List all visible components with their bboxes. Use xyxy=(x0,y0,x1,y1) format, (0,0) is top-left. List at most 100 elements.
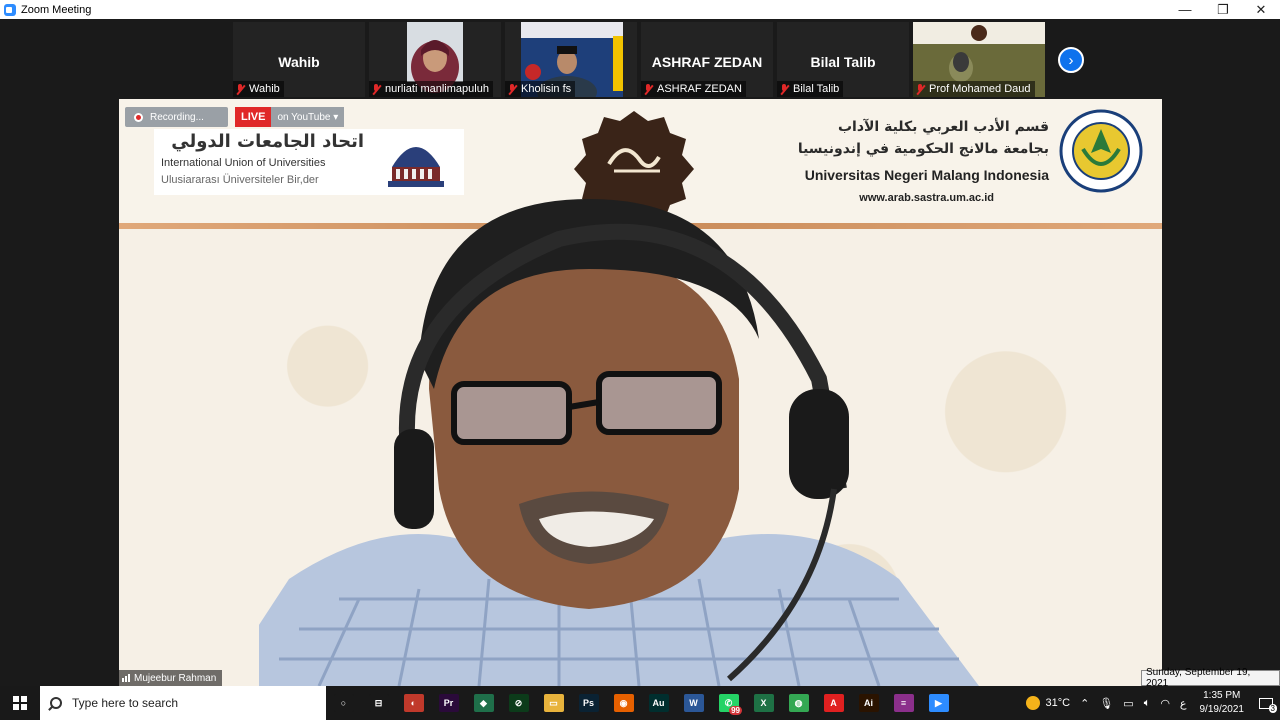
taskbar-app-task-view[interactable]: ⊟ xyxy=(361,686,396,720)
taskbar-app-photoshop[interactable]: Ps xyxy=(571,686,606,720)
taskbar-app-excel[interactable]: X xyxy=(746,686,781,720)
participant-name-bar: nurliati manlimapuluh xyxy=(369,81,493,97)
unread-badge: 99 xyxy=(729,706,742,715)
weather-widget[interactable]: 31°C xyxy=(1025,696,1071,710)
mic-muted-icon xyxy=(643,83,653,95)
taskbar-app-app-camtasia[interactable]: ⊘ xyxy=(501,686,536,720)
speaker-person xyxy=(259,199,979,686)
search-placeholder: Type here to search xyxy=(72,696,179,710)
photoshop-icon: Ps xyxy=(578,694,599,712)
taskbar-app-file-explorer[interactable]: ▭ xyxy=(536,686,571,720)
mic-muted-icon xyxy=(235,83,245,95)
battery-icon[interactable]: ▭ xyxy=(1123,697,1133,710)
taskbar-apps: ○ ⊟ ◐ Pr ◆ ⊘ ▭ Ps ◉ Au W ✆ 99 X ◍ A Ai ≡ ▶ xyxy=(326,686,956,720)
premiere-icon: Pr xyxy=(438,694,459,712)
participant-tile[interactable]: Bilal Talib Bilal Talib xyxy=(777,22,909,97)
close-button[interactable]: ✕ xyxy=(1242,0,1280,19)
weather-temp: 31°C xyxy=(1045,697,1071,709)
participant-name-bar: Prof Mohamed Daud xyxy=(913,81,1035,97)
mic-muted-icon xyxy=(507,83,517,95)
zoom-app-icon xyxy=(4,3,16,16)
participant-name-bar: Wahib xyxy=(233,81,284,97)
windows-taskbar: Type here to search ○ ⊟ ◐ Pr ◆ ⊘ ▭ Ps ◉ Au W ✆ 99 X ◍ A… xyxy=(0,686,1280,720)
live-platform-label: on YouTube xyxy=(277,111,331,123)
taskbar-app-app-green-diamond[interactable]: ◆ xyxy=(466,686,501,720)
participant-strip: Wahib Wahib nurliati manlimapuluh Kholis… xyxy=(0,19,1280,99)
notification-count: 3 xyxy=(1268,704,1277,713)
taskbar-app-zoom[interactable]: ▶ xyxy=(921,686,956,720)
taskbar-clock[interactable]: 1:35 PM 9/19/2021 xyxy=(1200,689,1245,717)
participant-name: ASHRAF ZEDAN xyxy=(657,83,742,95)
live-badge: LIVE xyxy=(235,107,272,127)
participant-big-name: ASHRAF ZEDAN xyxy=(651,54,763,70)
sun-icon xyxy=(1025,696,1040,710)
participant-tile[interactable]: ASHRAF ZEDAN ASHRAF ZEDAN xyxy=(641,22,773,97)
um-seal-icon xyxy=(1059,109,1143,193)
participant-tile[interactable]: Kholisin fs xyxy=(505,22,637,97)
taskbar-app-cortana[interactable]: ○ xyxy=(326,686,361,720)
minimize-button[interactable]: — xyxy=(1166,0,1204,19)
participant-tile[interactable]: Prof Mohamed Daud xyxy=(913,22,1045,97)
word-icon: W xyxy=(683,694,704,712)
participant-big-name: Wahib xyxy=(278,54,320,70)
maximize-button[interactable]: ❐ xyxy=(1204,0,1242,19)
zoom-icon: ▶ xyxy=(928,694,949,712)
participant-name: Prof Mohamed Daud xyxy=(929,83,1031,95)
taskbar-app-illustrator[interactable]: Ai xyxy=(851,686,886,720)
start-button[interactable] xyxy=(0,686,40,720)
windows-logo-icon xyxy=(13,696,27,710)
microphone-icon[interactable]: 🎙︎ xyxy=(1099,697,1113,710)
participant-tile[interactable]: Wahib Wahib xyxy=(233,22,365,97)
chrome-icon: ◍ xyxy=(788,694,809,712)
taskbar-app-whatsapp[interactable]: ✆ 99 xyxy=(711,686,746,720)
recording-label: Recording... xyxy=(150,111,204,123)
taskbar-app-firefox[interactable]: ◉ xyxy=(606,686,641,720)
taskbar-app-acrobat[interactable]: A xyxy=(816,686,851,720)
active-speaker-video: اتحاد الجامعات الدولي International Unio… xyxy=(119,99,1162,686)
next-page-arrow-icon[interactable]: › xyxy=(1058,47,1084,73)
search-icon xyxy=(50,697,62,709)
taskbar-app-audition[interactable]: Au xyxy=(641,686,676,720)
live-platform[interactable]: on YouTube ▾ xyxy=(271,107,345,127)
clock-date: 9/19/2021 xyxy=(1199,704,1245,715)
audition-icon: Au xyxy=(648,694,669,712)
clock-time: 1:35 PM xyxy=(1203,690,1241,701)
window-title: Zoom Meeting xyxy=(21,3,92,16)
cortana-icon: ○ xyxy=(333,694,354,712)
participant-name-bar: ASHRAF ZEDAN xyxy=(641,81,746,97)
wifi-icon[interactable]: ◠ xyxy=(1160,697,1170,710)
mic-muted-icon xyxy=(371,83,381,95)
chevron-down-icon: ▾ xyxy=(333,111,339,123)
live-stream-indicator[interactable]: LIVE on YouTube ▾ xyxy=(235,107,345,127)
app-red-icon: ◐ xyxy=(403,694,424,712)
participant-name-bar: Kholisin fs xyxy=(505,81,576,97)
participant-name: Bilal Talib xyxy=(793,83,840,95)
app-camtasia-icon: ⊘ xyxy=(508,694,529,712)
active-speaker-name-bar: Mujeebur Rahman xyxy=(119,670,223,686)
taskbar-app-winrar[interactable]: ≡ xyxy=(886,686,921,720)
winrar-icon: ≡ xyxy=(893,694,914,712)
taskbar-app-premiere[interactable]: Pr xyxy=(431,686,466,720)
excel-icon: X xyxy=(753,694,774,712)
taskbar-app-app-red[interactable]: ◐ xyxy=(396,686,431,720)
participant-tile[interactable]: nurliati manlimapuluh xyxy=(369,22,501,97)
taskbar-search-box[interactable]: Type here to search xyxy=(40,686,326,720)
participant-name-bar: Bilal Talib xyxy=(777,81,844,97)
window-titlebar: Zoom Meeting — ❐ ✕ xyxy=(0,0,1280,19)
notification-center-button[interactable]: 3 xyxy=(1252,686,1280,720)
taskbar-app-chrome[interactable]: ◍ xyxy=(781,686,816,720)
chevron-up-icon[interactable]: ⌃ xyxy=(1080,697,1089,710)
signal-bars-icon xyxy=(122,674,130,682)
volume-icon[interactable]: 🔈︎ xyxy=(1144,697,1151,710)
acrobat-icon: A xyxy=(823,694,844,712)
recording-indicator[interactable]: Recording... xyxy=(125,107,228,127)
department-arabic-title: قسم الأدب العربي بكلية الآداب xyxy=(837,119,1049,135)
participant-name: Wahib xyxy=(249,83,280,95)
illustrator-icon: Ai xyxy=(858,694,879,712)
university-arabic-title: بجامعة مالانج الحكومية في إندونيسيا xyxy=(797,141,1049,157)
taskbar-app-word[interactable]: W xyxy=(676,686,711,720)
record-dot-icon xyxy=(134,112,143,122)
system-tray: 31°C ⌃ 🎙︎ ▭ 🔈︎ ◠ ع 1:35 PM 9/19/2021 3 xyxy=(1021,686,1280,720)
language-indicator[interactable]: ع xyxy=(1180,697,1187,710)
mic-muted-icon xyxy=(779,83,789,95)
